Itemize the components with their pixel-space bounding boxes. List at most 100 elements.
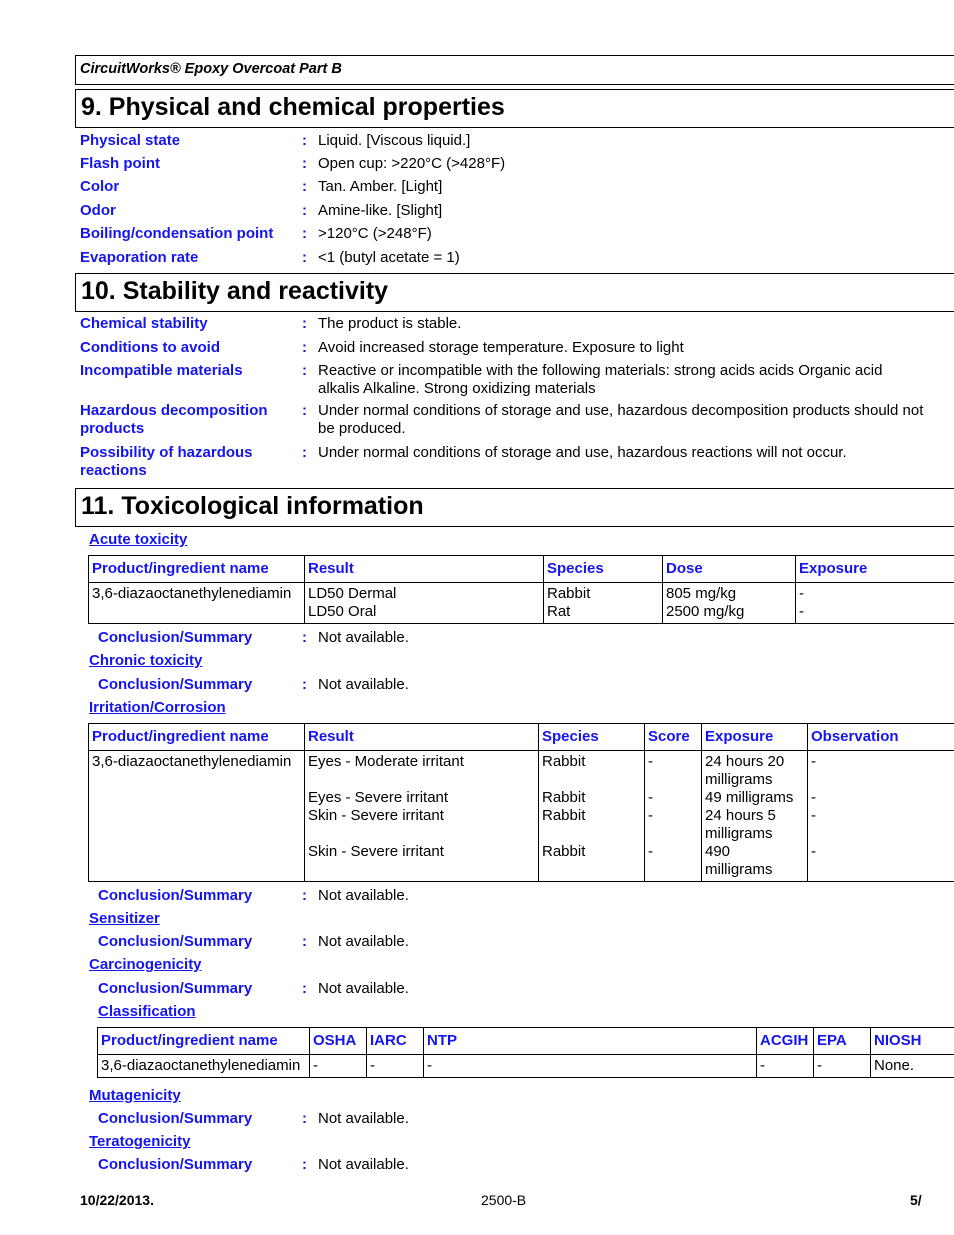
species-value: Rabbit [547, 585, 591, 602]
colon: : [302, 402, 307, 419]
colon: : [302, 933, 307, 950]
conclusion-value: Not available. [318, 980, 409, 997]
colon: : [302, 178, 307, 195]
property-label: Possibility of hazardous reactions [80, 444, 253, 479]
irritation-corrosion-link[interactable]: Irritation/Corrosion [89, 699, 226, 716]
section-10-title: 10. Stability and reactivity [81, 277, 389, 305]
table-row: 3,6-diazaoctanethylenediamin Eyes - Mode… [88, 750, 954, 882]
column-header: NIOSH [870, 1027, 954, 1055]
conclusion-value: Not available. [318, 1110, 409, 1127]
colon: : [302, 132, 307, 149]
exposure-cell: - - [795, 582, 954, 624]
footer-code: 2500-B [481, 1192, 527, 1208]
colon: : [302, 202, 307, 219]
property-label: Hazardous decomposition products [80, 402, 268, 437]
teratogenicity-link[interactable]: Teratogenicity [89, 1133, 190, 1150]
colon: : [302, 315, 307, 332]
result-cell: Eyes - Moderate irritant Eyes - Severe i… [304, 750, 539, 882]
property-value: Amine-like. [Slight] [318, 202, 443, 219]
niosh-value: None. [870, 1054, 954, 1078]
ingredient-name: 3,6-diazaoctanethylenediamin [88, 750, 305, 882]
column-header: Product/ingredient name [88, 555, 305, 583]
result-value: Eyes - Severe irritant [308, 789, 449, 806]
colon: : [302, 980, 307, 997]
classification-table: Product/ingredient name OSHA IARC NTP AC… [97, 1027, 954, 1078]
dose-value: 2500 mg/kg [666, 603, 745, 620]
observation-value: - [811, 753, 816, 770]
conclusion-value: Not available. [318, 1156, 409, 1173]
property-label: Incompatible materials [80, 362, 243, 379]
property-label: Evaporation rate [80, 249, 199, 266]
exposure-value: 49 milligrams [705, 789, 794, 806]
column-header: Observation [807, 723, 954, 751]
conclusion-value: Not available. [318, 629, 409, 646]
table-row: 3,6-diazaoctanethylenediamin - - - - - N… [97, 1054, 954, 1078]
acute-toxicity-link[interactable]: Acute toxicity [89, 531, 187, 548]
property-value: Open cup: >220°C (>428°F) [318, 155, 506, 172]
carcinogenicity-link[interactable]: Carcinogenicity [89, 956, 202, 973]
species-cell: Rabbit Rat [543, 582, 663, 624]
dose-value: 805 mg/kg [666, 585, 737, 602]
footer-date: 10/22/2013. [80, 1192, 154, 1208]
property-value: Under normal conditions of storage and u… [318, 444, 847, 461]
column-header: Product/ingredient name [97, 1027, 310, 1055]
species-value: Rabbit [542, 843, 586, 860]
species-value: Rabbit [542, 753, 586, 770]
section-11-title: 11. Toxicological information [81, 492, 424, 520]
colon: : [302, 225, 307, 242]
colon: : [302, 887, 307, 904]
exposure-value: 24 hours 5 [705, 807, 776, 824]
score-value: - [648, 807, 653, 824]
exposure-value: 24 hours 20 [705, 753, 785, 770]
exposure-value: milligrams [705, 825, 773, 842]
exposure-value: 490 [705, 843, 731, 860]
conclusion-label: Conclusion/Summary [98, 1156, 253, 1173]
exposure-value: - [799, 603, 804, 620]
property-label: Color [80, 178, 120, 195]
column-header: Exposure [795, 555, 954, 583]
property-label: Chemical stability [80, 315, 208, 332]
colon: : [302, 444, 307, 461]
acgih-value: - [756, 1054, 814, 1078]
observation-value: - [811, 807, 816, 824]
column-header: OSHA [309, 1027, 367, 1055]
property-value: <1 (butyl acetate = 1) [318, 249, 460, 266]
property-value: Tan. Amber. [Light] [318, 178, 443, 195]
column-header: Score [644, 723, 702, 751]
ntp-value: - [423, 1054, 757, 1078]
dose-cell: 805 mg/kg 2500 mg/kg [662, 582, 796, 624]
table-header-row: Product/ingredient name Result Species D… [88, 555, 954, 583]
epa-value: - [813, 1054, 871, 1078]
exposure-value: milligrams [705, 771, 773, 788]
section-9-title: 9. Physical and chemical properties [81, 93, 505, 121]
chronic-toxicity-link[interactable]: Chronic toxicity [89, 652, 202, 669]
classification-link[interactable]: Classification [98, 1003, 196, 1020]
conclusion-label: Conclusion/Summary [98, 933, 253, 950]
property-value: Liquid. [Viscous liquid.] [318, 132, 471, 149]
column-header: NTP [423, 1027, 757, 1055]
column-header: Species [538, 723, 645, 751]
column-header: EPA [813, 1027, 871, 1055]
conclusion-label: Conclusion/Summary [98, 629, 253, 646]
property-value: The product is stable. [318, 315, 462, 332]
result-value: Skin - Severe irritant [308, 807, 444, 824]
result-value: Eyes - Moderate irritant [308, 753, 464, 770]
observation-cell: - - - - [807, 750, 954, 882]
column-header: IARC [366, 1027, 424, 1055]
sensitizer-link[interactable]: Sensitizer [89, 910, 160, 927]
column-header: Species [543, 555, 663, 583]
mutagenicity-link[interactable]: Mutagenicity [89, 1087, 181, 1104]
table-row: 3,6-diazaoctanethylenediamin LD50 Dermal… [88, 582, 954, 624]
species-cell: Rabbit Rabbit Rabbit Rabbit [538, 750, 645, 882]
ingredient-name: 3,6-diazaoctanethylenediamin [88, 582, 305, 624]
conclusion-label: Conclusion/Summary [98, 887, 253, 904]
conclusion-value: Not available. [318, 887, 409, 904]
colon: : [302, 339, 307, 356]
colon: : [302, 155, 307, 172]
colon: : [302, 676, 307, 693]
